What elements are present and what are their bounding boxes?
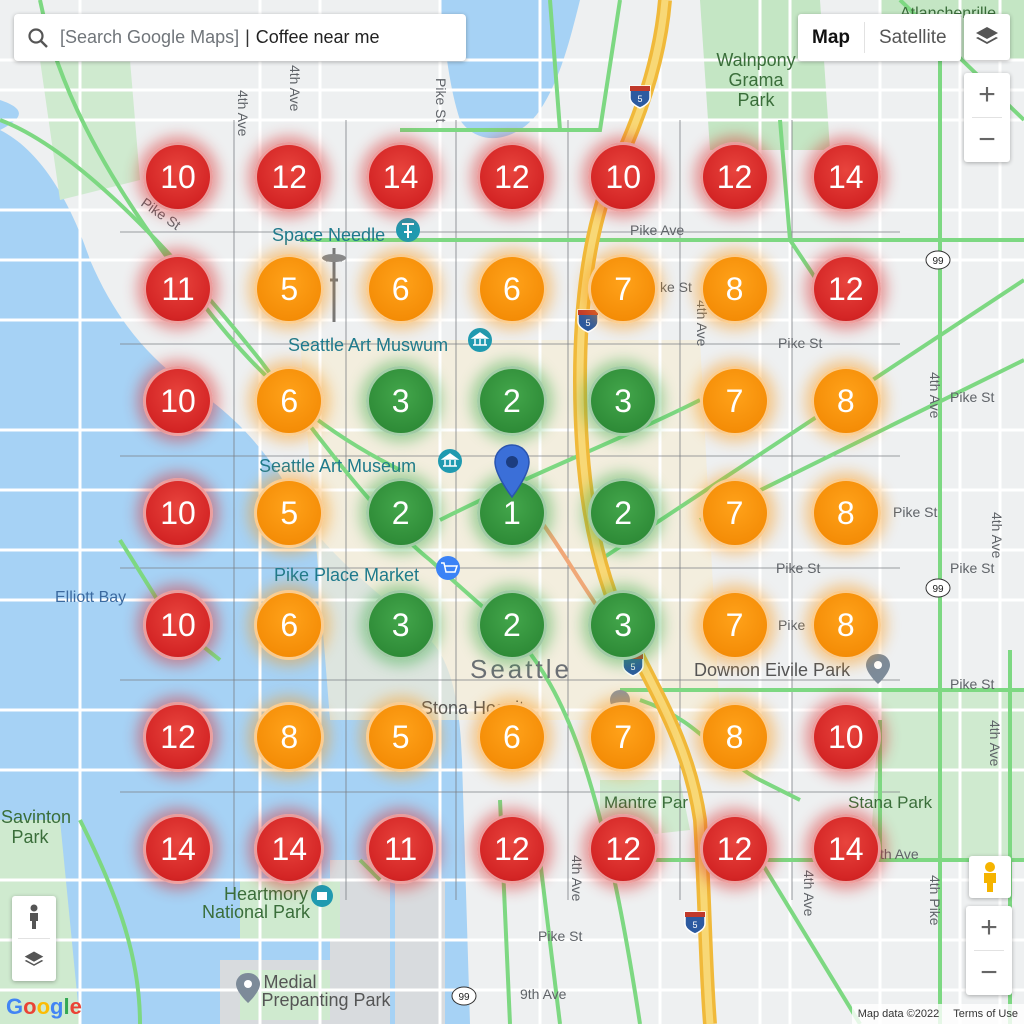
- street-label: Pike Ave: [630, 222, 684, 238]
- label-line: Grama: [728, 70, 784, 90]
- google-logo-text: Google: [6, 994, 82, 1019]
- place-label-space-needle: Space Needle: [272, 225, 385, 245]
- space-needle-icon: [396, 218, 420, 242]
- street-view-button[interactable]: [969, 856, 1011, 898]
- search-separator: |: [245, 27, 250, 47]
- street-label: 4th Pike: [927, 875, 943, 926]
- satellite-view-button[interactable]: Satellite: [865, 14, 961, 61]
- label-line: Walnpony: [716, 50, 795, 70]
- street-label: 4th Ave: [235, 90, 251, 137]
- logo-letter: e: [69, 994, 82, 1019]
- map-type-toggle: Map Satellite: [798, 14, 961, 61]
- pegman-icon: [30, 904, 38, 929]
- street-label: Pike St: [778, 335, 822, 351]
- place-label-stana-park: Stana Park: [848, 793, 933, 812]
- map-canvas[interactable]: 5 5 5 5 99 99 99 4th Ave 4th Ave Pike St…: [0, 0, 1024, 1024]
- shield-5-label: 5: [630, 662, 635, 672]
- label-line: Heartmory: [224, 884, 308, 904]
- street-label: 9th Ave: [520, 986, 567, 1002]
- shield-5-label: 5: [637, 94, 642, 104]
- street-label: Pike St: [776, 560, 820, 576]
- search-icon[interactable]: [26, 26, 50, 50]
- shield-5-label: 5: [692, 920, 697, 930]
- logo-letter: g: [50, 994, 64, 1019]
- label-line: Prepanting Park: [261, 990, 391, 1010]
- street-label: 4th Ave: [927, 372, 943, 419]
- shopping-cart-icon: [436, 556, 460, 580]
- street-label: Pike: [778, 617, 805, 633]
- street-label: 4th Ave: [987, 720, 1003, 767]
- place-label-downon-park: Downon Eivile Park: [694, 660, 851, 680]
- label-line: National Park: [202, 902, 311, 922]
- place-label-art-muswum: Seattle Art Muswum: [288, 335, 448, 355]
- attribution-bar: Map data ©2022 Terms of Use: [851, 1004, 1024, 1024]
- museum-icon: [438, 449, 462, 473]
- shield-99-label: 99: [458, 992, 470, 1003]
- shield-99-label: 99: [932, 256, 944, 267]
- park-icon: [311, 885, 333, 907]
- pegman-icon: [984, 862, 996, 892]
- search-box[interactable]: [Search Google Maps] | Coffee near me: [14, 14, 466, 61]
- zoom-out-button[interactable]: −: [964, 118, 1010, 162]
- layers-icon: [976, 27, 998, 44]
- place-label-elliott-bay: Elliott Bay: [55, 589, 126, 606]
- location-pin-icon[interactable]: [494, 444, 530, 498]
- street-label: Pike St: [893, 504, 937, 520]
- zoom-out-button[interactable]: −: [966, 951, 1012, 995]
- shield-99-label: 99: [932, 584, 944, 595]
- logo-letter: G: [6, 994, 24, 1019]
- zoom-in-button[interactable]: +: [964, 73, 1010, 117]
- street-label: th Ave: [880, 846, 919, 862]
- street-label: Pike St: [950, 676, 994, 692]
- place-label-pike-place: Pike Place Market: [274, 565, 419, 585]
- street-label: Pike St: [950, 560, 994, 576]
- street-view-mini-button[interactable]: [12, 896, 56, 938]
- place-label-mantre-par: Mantre Par: [604, 793, 688, 812]
- search-query[interactable]: Coffee near me: [256, 27, 380, 48]
- hospital-icon: [610, 690, 630, 710]
- street-label: Pike St: [950, 389, 994, 405]
- left-map-controls: [12, 896, 56, 981]
- zoom-in-button[interactable]: +: [966, 906, 1012, 950]
- street-label: 4th Ave: [694, 300, 710, 347]
- label-line: Savinton: [1, 807, 71, 827]
- map-data-credit: Map data ©2022: [857, 1008, 940, 1020]
- layers-icon: [24, 951, 44, 966]
- zoom-control-bottom: + −: [966, 906, 1012, 995]
- museum-icon: [468, 328, 492, 352]
- street-label: ke St: [660, 279, 692, 295]
- layers-button[interactable]: [964, 14, 1010, 60]
- terms-link[interactable]: Terms of Use: [953, 1008, 1018, 1020]
- zoom-control-top: + −: [964, 73, 1010, 162]
- street-label: 4th Ave: [287, 65, 303, 112]
- street-label: 4th Ave: [989, 512, 1005, 559]
- label-line: Park: [737, 90, 775, 110]
- logo-letter: o: [23, 994, 37, 1019]
- map-view-button[interactable]: Map: [798, 14, 864, 61]
- layers-mini-button[interactable]: [12, 939, 56, 981]
- place-label-art-museum: Seattle Art Museum: [259, 456, 416, 476]
- place-label-hospital: ro Stona Hospit: [400, 698, 524, 718]
- street-label: Pike St: [538, 928, 582, 944]
- label-line: Park: [11, 827, 49, 847]
- shield-5-label: 5: [585, 318, 590, 328]
- street-label: Pike St: [433, 78, 449, 122]
- logo-letter: o: [36, 994, 51, 1019]
- google-logo: Google: [6, 994, 82, 1020]
- street-label: 4th Ave: [801, 870, 817, 917]
- label-line: Medial: [263, 972, 316, 992]
- street-label: 4th Ave: [569, 855, 585, 902]
- place-label-seattle: Seattle: [470, 654, 572, 684]
- search-placeholder: [Search Google Maps]: [60, 27, 240, 47]
